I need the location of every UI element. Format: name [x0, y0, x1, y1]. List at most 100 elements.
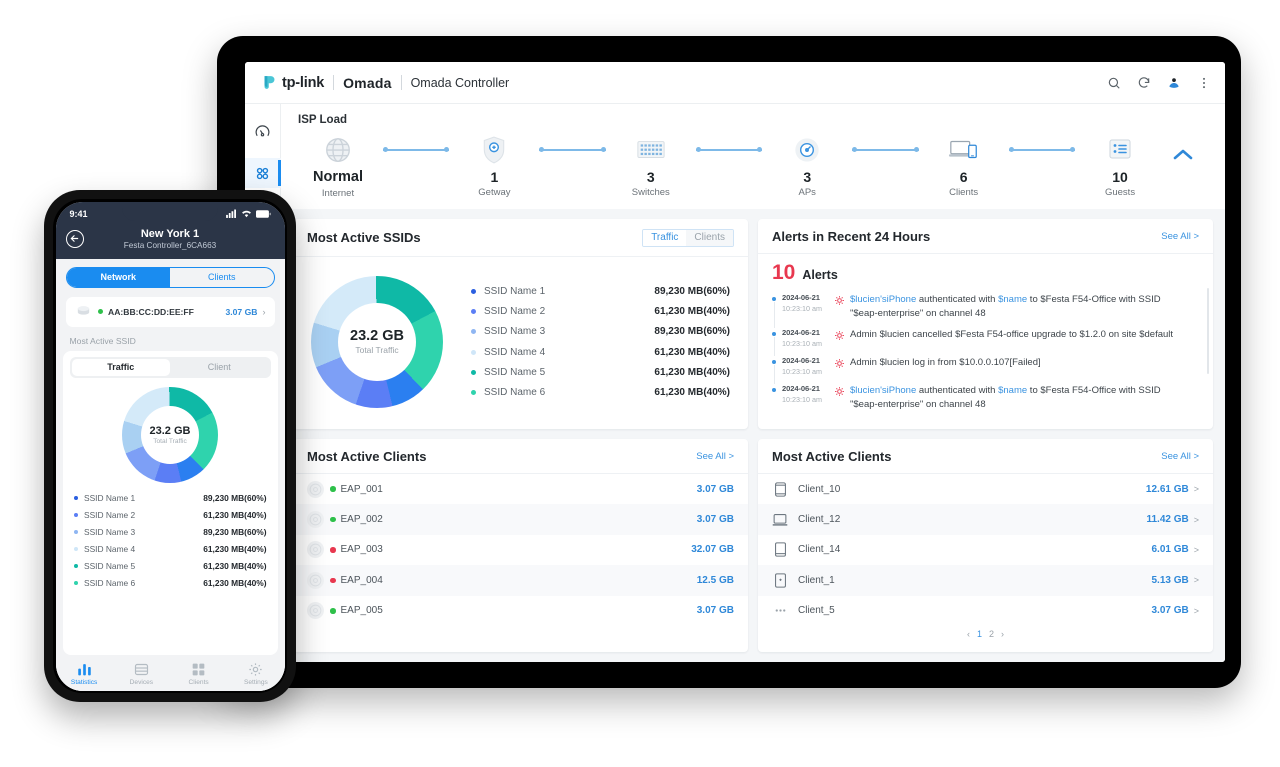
tplink-wordmark: tp-link — [282, 74, 325, 91]
legend-color-dot — [73, 546, 78, 552]
alert-gear-icon — [834, 293, 850, 321]
sidebar-item-dashboard[interactable] — [245, 116, 281, 146]
topology-node-aps[interactable]: 3 APs — [764, 133, 850, 198]
alerts-count: 10 — [772, 260, 796, 284]
page-next[interactable]: › — [1001, 629, 1004, 639]
phone-seg-client[interactable]: Client — [170, 359, 269, 376]
tab-traffic[interactable]: Traffic — [643, 229, 687, 246]
topology-node-gateway[interactable]: 1 Getway — [451, 133, 537, 198]
alert-link[interactable]: $lucien'siPhone — [850, 294, 916, 305]
device-mac: AA:BB:CC:DD:EE:FF — [108, 306, 194, 317]
search-icon[interactable] — [1107, 76, 1121, 90]
more-vertical-icon[interactable] — [1197, 76, 1211, 90]
legend-row: SSID Name 3 89,230 MB(60%) — [70, 524, 271, 541]
client-name: Client_10 — [798, 483, 841, 495]
client-row[interactable]: Client_12 11.42 GB > — [758, 504, 1213, 535]
node-value: 10 — [1112, 169, 1128, 185]
phone-device-row[interactable]: AA:BB:CC:DD:EE:FF 3.07 GB › — [65, 296, 275, 327]
page-2[interactable]: 2 — [989, 629, 994, 639]
alert-link[interactable]: $name — [998, 385, 1027, 396]
phone-seg-traffic[interactable]: Traffic — [71, 358, 170, 376]
alert-message: Admin $lucien log in from $10.0.0.107[Fa… — [850, 356, 1199, 376]
see-all-link[interactable]: See All > — [1161, 231, 1199, 242]
refresh-icon[interactable] — [1137, 76, 1151, 90]
legend-label: SSID Name 1 — [84, 493, 136, 503]
phone-body: Network Clients AA:BB:CC:DD:EE:FF 3.07 G… — [55, 258, 285, 691]
status-time: 9:41 — [69, 208, 88, 219]
tablet-device: tp-link Omada Omada Controller ISP Load … — [217, 36, 1241, 688]
alert-link[interactable]: $lucien'siPhone — [850, 385, 916, 396]
phone-metric-toggle[interactable]: Traffic Client — [69, 356, 271, 378]
tabbar-item-statistics[interactable]: Statistics — [56, 662, 113, 686]
alert-date: 2024-06-21 — [782, 328, 820, 338]
alert-text-part: Admin $lucien log in from $10.0.0.107[Fa… — [850, 357, 1041, 369]
tabbar-item-clients[interactable]: Clients — [170, 662, 227, 686]
ap-row[interactable]: EAP_003 32.07 GB — [293, 535, 748, 565]
ap-traffic: 12.5 GB — [696, 574, 734, 586]
bar-chart-icon — [77, 663, 91, 675]
donut-total-label: Total Traffic — [153, 437, 187, 445]
alert-item[interactable]: 2024-06-21 10:23:10 am Admin $lucien log i… — [772, 352, 1199, 385]
ssid-chart-body: 23.2 GB Total Traffic SSID Name 1 89,230 … — [293, 257, 748, 429]
alert-gear-icon — [834, 328, 850, 348]
laptop-icon — [921, 133, 1007, 167]
laptop-icon — [772, 511, 788, 528]
tab-clients[interactable]: Clients — [686, 229, 733, 246]
topology-node-guests[interactable]: 10 Guests — [1077, 133, 1163, 198]
legend-row: SSID Name 2 61,230 MB(40%) — [70, 507, 271, 524]
ssid-metric-toggle[interactable]: Traffic Clients — [642, 228, 734, 247]
alerts-scrollbar[interactable] — [1206, 287, 1209, 374]
page-prev[interactable]: ‹ — [967, 629, 970, 639]
topology-link-2 — [537, 133, 607, 167]
legend-value: 89,230 MB(60%) — [654, 285, 730, 297]
donut-center: 23.2 GB Total Traffic — [338, 302, 416, 381]
legend-row: SSID Name 6 61,230 MB(40%) — [471, 383, 730, 403]
switch-icon — [608, 133, 694, 167]
card-header: Most Active Clients See All > — [293, 439, 748, 475]
ap-row[interactable]: EAP_002 3.07 GB — [293, 504, 748, 535]
node-value: 3 — [803, 169, 812, 185]
phone-tab-clients[interactable]: Clients — [170, 268, 274, 287]
ap-row[interactable]: EAP_001 3.07 GB — [293, 474, 748, 504]
node-label: Switches — [631, 187, 670, 199]
client-row[interactable]: Client_14 6.01 GB > — [758, 535, 1213, 565]
topology-node-clients[interactable]: 6 Clients — [921, 133, 1007, 198]
phone-notch — [122, 201, 218, 221]
status-dot-offline — [330, 547, 336, 553]
client-row[interactable]: Client_5 3.07 GB > — [758, 596, 1213, 626]
cloud-user-icon[interactable] — [1167, 76, 1181, 90]
client-row[interactable]: Client_10 12.61 GB > — [758, 474, 1213, 504]
alert-text-part: authenticated with — [916, 385, 999, 397]
ap-row[interactable]: EAP_004 12.5 GB — [293, 565, 748, 596]
phone-title: New York 1 — [140, 227, 200, 240]
header-divider-1 — [333, 75, 335, 90]
see-all-link[interactable]: See All > — [696, 451, 734, 462]
tabbar-item-settings[interactable]: Settings — [227, 662, 284, 686]
legend-value: 89,230 MB(60%) — [203, 493, 267, 503]
header-actions — [1107, 76, 1211, 90]
alert-link[interactable]: $name — [998, 294, 1027, 305]
sidebar-item-overview[interactable] — [245, 158, 281, 188]
alert-item[interactable]: 2024-06-21 10:23:10 am $lucien'siPhone aut… — [772, 289, 1199, 328]
ap-row[interactable]: EAP_005 3.07 GB — [293, 596, 748, 626]
header-divider-2 — [400, 75, 402, 90]
phone-tab-bar: Statistics Devices Clients Settings — [55, 654, 285, 691]
topology-node-switches[interactable]: 3 Switches — [608, 133, 694, 198]
alert-item[interactable]: 2024-06-21 10:23:10 am $lucien'siPhone aut… — [772, 380, 1199, 416]
client-row[interactable]: Client_1 5.13 GB > — [758, 565, 1213, 596]
dashboard-grid: Most Active SSIDs Traffic Clients 23.2 G… — [281, 209, 1225, 662]
see-all-link[interactable]: See All > — [1161, 451, 1199, 462]
collapse-topology-button[interactable] — [1163, 133, 1203, 177]
card-header-actions: Traffic Clients — [642, 228, 734, 247]
phone-tab-network[interactable]: Network — [66, 267, 170, 287]
legend-color-dot — [471, 288, 476, 294]
phone-tab-switch[interactable]: Network Clients — [65, 266, 275, 288]
topology-link-5 — [1007, 133, 1077, 167]
tabbar-item-devices[interactable]: Devices — [113, 662, 170, 686]
phone-nav-bar: New York 1 Festa Controller_6CA663 — [55, 225, 285, 259]
topology-node-internet[interactable]: Normal Internet — [295, 133, 381, 199]
alert-text-part: Admin $lucien cancelled $Festa F54-offic… — [850, 329, 1174, 341]
topology-link-1 — [381, 133, 451, 167]
alert-item[interactable]: 2024-06-21 10:23:10 am Admin $lucien cance… — [772, 324, 1199, 357]
page-1[interactable]: 1 — [977, 629, 982, 639]
